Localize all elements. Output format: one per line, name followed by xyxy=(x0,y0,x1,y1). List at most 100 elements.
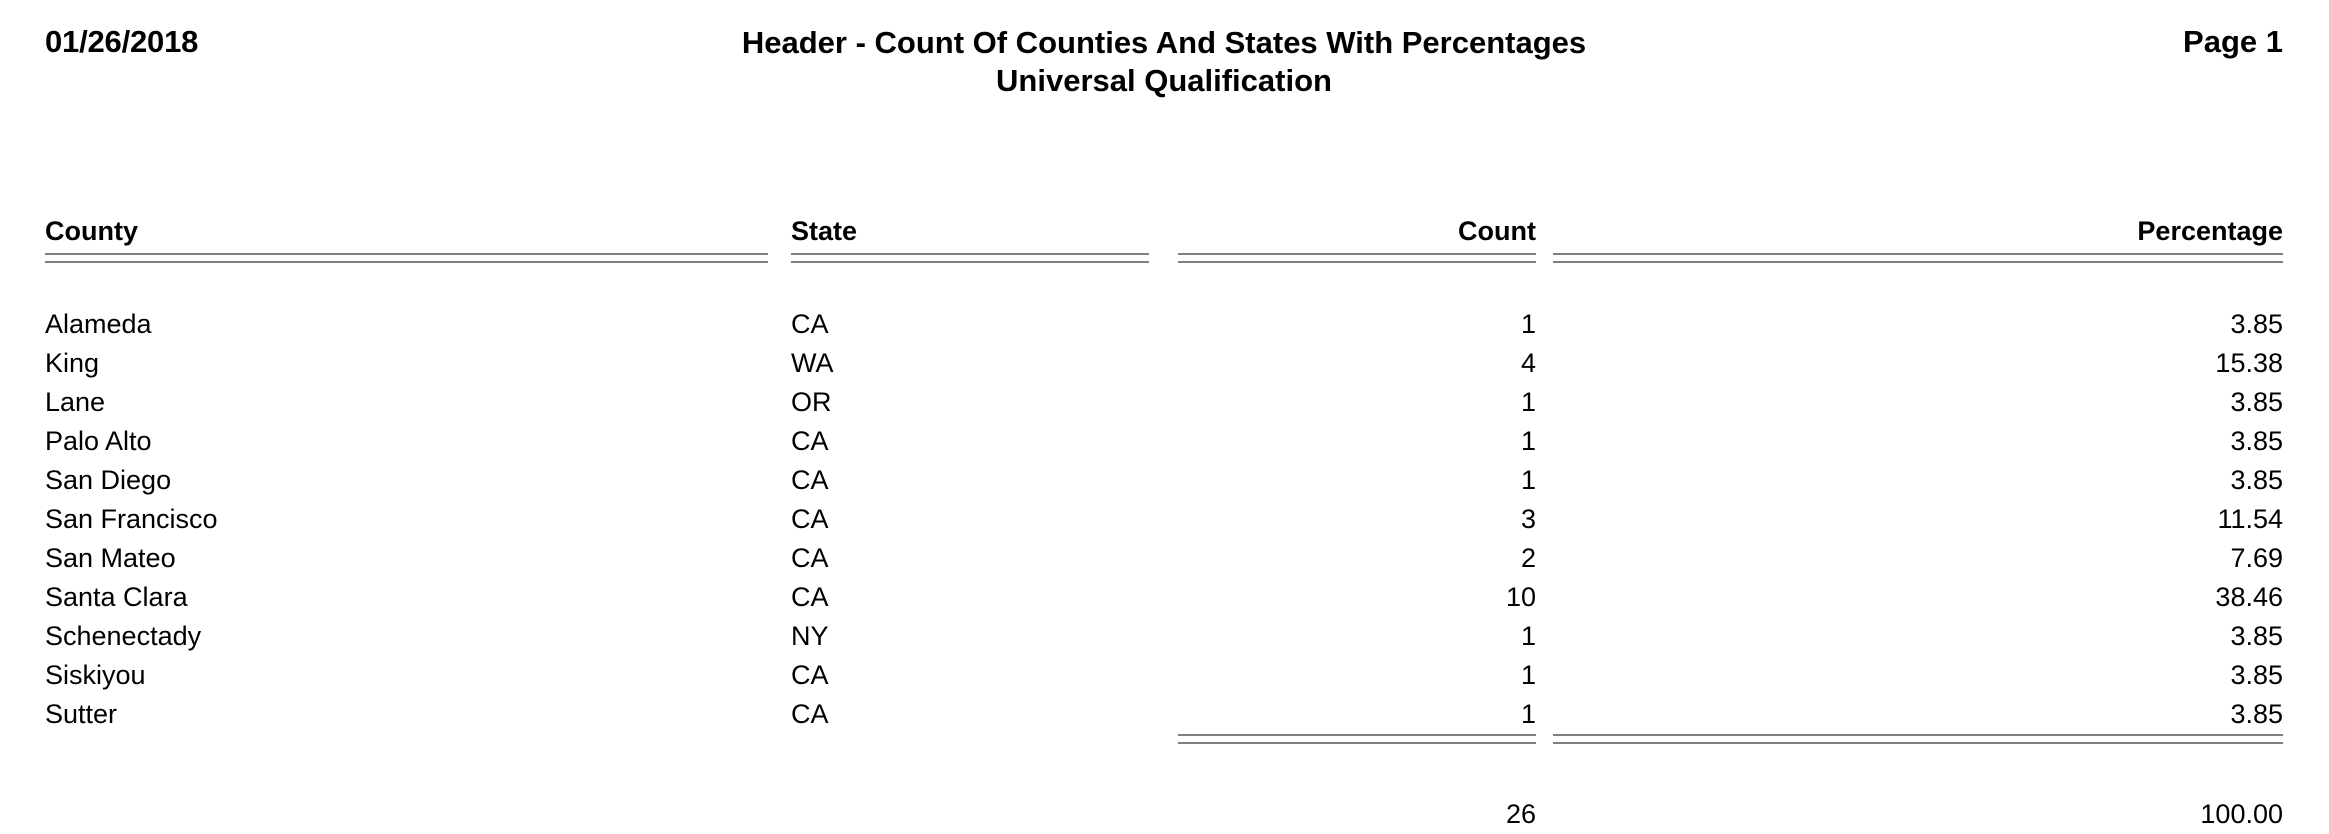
report-title: Header - Count Of Counties And States Wi… xyxy=(741,25,1587,60)
cell-state: CA xyxy=(791,543,829,573)
cell-county: San Mateo xyxy=(45,543,176,573)
cell-spacer xyxy=(768,539,791,578)
header-rule-count xyxy=(1178,253,1536,292)
table-row: Lane OR 1 3.85 xyxy=(45,383,2283,422)
cell-spacer xyxy=(1536,500,1553,539)
cell-count: 3 xyxy=(1520,504,1536,534)
column-spacer xyxy=(1536,216,1553,253)
cell-county: Sutter xyxy=(45,699,118,729)
cell-count: 1 xyxy=(1520,699,1536,729)
cell-spacer xyxy=(768,292,791,344)
cell-count: 1 xyxy=(1520,465,1536,495)
footer-rule-gap xyxy=(45,734,768,773)
cell-spacer xyxy=(1536,539,1553,578)
column-header-county: County xyxy=(45,216,138,246)
table-row: Sutter CA 1 3.85 xyxy=(45,695,2283,734)
cell-spacer xyxy=(1149,539,1178,578)
cell-spacer xyxy=(1536,578,1553,617)
table-row: Palo Alto CA 1 3.85 xyxy=(45,422,2283,461)
rule-gap xyxy=(1149,734,1178,773)
page-header: 01/26/2018 Header - Count Of Counties An… xyxy=(45,24,2283,104)
report-title-block: Header - Count Of Counties And States Wi… xyxy=(45,24,2283,100)
cell-spacer xyxy=(1536,461,1553,500)
cell-count: 1 xyxy=(1520,387,1536,417)
cell-spacer xyxy=(768,578,791,617)
cell-count: 1 xyxy=(1520,309,1536,339)
footer-spacer xyxy=(45,773,768,795)
cell-spacer xyxy=(1149,422,1178,461)
column-header-state: State xyxy=(791,216,858,246)
table-footer: 26 100.00 xyxy=(45,734,2283,834)
cell-spacer xyxy=(1149,344,1178,383)
cell-count: 1 xyxy=(1520,621,1536,651)
cell-count: 10 xyxy=(1505,582,1536,612)
cell-spacer xyxy=(768,617,791,656)
table-body: Alameda CA 1 3.85 King WA 4 15.38 Lane OR 1 3.85 Pal… xyxy=(45,292,2283,734)
cell-state: OR xyxy=(791,387,832,417)
footer-rule-row xyxy=(45,734,2283,773)
cell-spacer xyxy=(1536,344,1553,383)
report-page: 01/26/2018 Header - Count Of Counties An… xyxy=(0,0,2329,834)
table-row: San Francisco CA 3 11.54 xyxy=(45,500,2283,539)
cell-spacer xyxy=(1536,695,1553,734)
cell-county: Santa Clara xyxy=(45,582,188,612)
cell-count: 2 xyxy=(1520,543,1536,573)
cell-spacer xyxy=(1149,461,1178,500)
cell-state: CA xyxy=(791,582,829,612)
cell-spacer xyxy=(768,461,791,500)
cell-state: CA xyxy=(791,309,829,339)
cell-percentage: 3.85 xyxy=(2230,426,2283,456)
cell-spacer xyxy=(1536,656,1553,695)
cell-spacer xyxy=(768,422,791,461)
rule-gap xyxy=(768,734,791,773)
footer-spacer xyxy=(768,773,791,795)
cell-county: Palo Alto xyxy=(45,426,152,456)
table-header: County State Count Percentage xyxy=(45,216,2283,292)
cell-percentage: 11.54 xyxy=(2217,504,2283,534)
footer-spacer xyxy=(1536,773,1553,795)
rule-gap xyxy=(1149,253,1178,292)
cell-state: CA xyxy=(791,504,829,534)
rule-gap xyxy=(1536,734,1553,773)
cell-percentage: 7.69 xyxy=(2230,543,2283,573)
cell-spacer xyxy=(1149,578,1178,617)
rule-gap xyxy=(768,253,791,292)
table-row: Siskiyou CA 1 3.85 xyxy=(45,656,2283,695)
total-county xyxy=(45,795,768,834)
cell-count: 1 xyxy=(1520,660,1536,690)
cell-spacer xyxy=(1536,422,1553,461)
table-row: King WA 4 15.38 xyxy=(45,344,2283,383)
cell-spacer xyxy=(1149,617,1178,656)
cell-percentage: 38.46 xyxy=(2215,582,2283,612)
cell-percentage: 3.85 xyxy=(2230,465,2283,495)
cell-spacer xyxy=(1149,695,1178,734)
column-header-count: Count xyxy=(1458,216,1536,246)
footer-rule-percentage xyxy=(1553,734,2283,773)
cell-percentage: 3.85 xyxy=(2230,621,2283,651)
cell-count: 1 xyxy=(1520,426,1536,456)
footer-rule-gap xyxy=(791,734,1149,773)
header-rule-percentage xyxy=(1553,253,2283,292)
cell-county: Alameda xyxy=(45,309,152,339)
header-rule-state xyxy=(791,253,1149,292)
footer-rule-count xyxy=(1178,734,1536,773)
cell-percentage: 3.85 xyxy=(2230,309,2283,339)
footer-spacer xyxy=(1178,773,1536,795)
cell-spacer xyxy=(1149,292,1178,344)
table-row: Schenectady NY 1 3.85 xyxy=(45,617,2283,656)
report-subtitle: Universal Qualification xyxy=(996,63,1332,98)
cell-spacer xyxy=(768,344,791,383)
cell-state: CA xyxy=(791,426,829,456)
table-row: Santa Clara CA 10 38.46 xyxy=(45,578,2283,617)
cell-state: CA xyxy=(791,465,829,495)
total-spacer xyxy=(1149,795,1178,834)
total-spacer xyxy=(1536,795,1553,834)
cell-state: NY xyxy=(791,621,829,651)
footer-spacer xyxy=(791,773,1149,795)
cell-spacer xyxy=(1536,292,1553,344)
cell-spacer xyxy=(1536,383,1553,422)
cell-spacer xyxy=(1149,383,1178,422)
cell-state: CA xyxy=(791,660,829,690)
cell-county: Siskiyou xyxy=(45,660,146,690)
cell-percentage: 3.85 xyxy=(2230,699,2283,729)
